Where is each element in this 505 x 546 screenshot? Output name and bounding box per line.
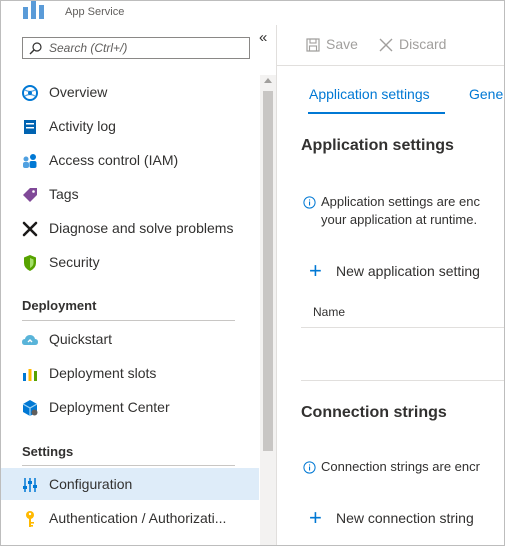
sidebar-item-activity-log[interactable]: Activity log [1, 110, 259, 142]
active-tab-indicator [308, 112, 445, 114]
save-icon [306, 38, 320, 52]
sidebar-item-configuration[interactable]: Configuration [1, 468, 259, 500]
sidebar-item-label: Access control (IAM) [49, 152, 179, 168]
app-service-icon [23, 1, 51, 19]
tab-general-settings[interactable]: Gene [469, 86, 503, 102]
tab-application-settings[interactable]: Application settings [309, 86, 430, 102]
tag-icon [23, 188, 37, 202]
resource-type-label: App Service [65, 6, 125, 18]
sidebar-item-label: Diagnose and solve problems [49, 220, 234, 236]
app-settings-title: Application settings [301, 137, 454, 154]
save-button[interactable]: Save [306, 36, 358, 52]
new-application-setting-label: New application setting [336, 263, 480, 279]
sidebar-item-label: Authentication / Authorizati... [49, 510, 227, 526]
sidebar-item-security[interactable]: Security [1, 246, 259, 278]
section-header-deployment: Deployment [22, 298, 97, 313]
sliders-icon [23, 478, 37, 492]
new-connection-string-label: New connection string [336, 510, 474, 526]
close-icon [379, 38, 393, 52]
sidebar-scrollbar[interactable] [260, 75, 276, 545]
key-icon [26, 511, 34, 527]
app-window: App Service « Overview Activity [0, 0, 505, 546]
sidebar-item-label: Activity log [49, 118, 116, 134]
scroll-up-arrow-icon[interactable] [264, 78, 272, 83]
collapse-menu-button[interactable]: « [259, 29, 267, 46]
sidebar-item-access-control[interactable]: Access control (IAM) [1, 144, 259, 176]
section-divider [301, 380, 504, 381]
sidebar-item-diagnose[interactable]: Diagnose and solve problems [1, 212, 259, 244]
add-icon: + [309, 505, 322, 530]
globe-icon [22, 85, 38, 101]
sidebar-item-overview[interactable]: Overview [1, 76, 259, 108]
sidebar-item-label: Deployment slots [49, 365, 157, 381]
cube-icon [22, 400, 38, 416]
add-icon: + [309, 258, 322, 283]
column-header-name[interactable]: Name [313, 305, 345, 319]
info-text-line1: Application settings are enc [321, 194, 480, 209]
sidebar-item-label: Tags [49, 186, 79, 202]
sidebar-item-label: Configuration [49, 476, 133, 492]
info-text-line1: Connection strings are encr [321, 459, 480, 474]
discard-label: Discard [399, 36, 447, 52]
search-input[interactable] [49, 40, 239, 56]
info-text-line2: your application at runtime. [321, 212, 478, 227]
resource-menu: « Overview Activity log Access control (… [1, 25, 277, 545]
sidebar-item-label: Overview [49, 84, 108, 100]
people-icon [23, 154, 37, 168]
sidebar-item-quickstart[interactable]: Quickstart [1, 323, 259, 355]
cloud-icon [22, 335, 38, 345]
shield-icon [24, 255, 36, 271]
info-icon [303, 461, 316, 474]
log-icon [24, 120, 36, 134]
scrollbar-thumb[interactable] [263, 91, 273, 451]
info-icon [303, 196, 316, 209]
sidebar-item-label: Deployment Center [49, 399, 170, 415]
sidebar-item-deployment-slots[interactable]: Deployment slots [1, 357, 259, 389]
sidebar-item-authentication[interactable]: Authentication / Authorizati... [1, 502, 259, 534]
sidebar-item-label: Security [49, 254, 100, 270]
connection-strings-title: Connection strings [301, 404, 447, 421]
search-box[interactable] [22, 37, 250, 59]
save-label: Save [326, 36, 358, 52]
slots-icon [23, 369, 37, 381]
section-divider [22, 465, 235, 466]
search-icon [29, 42, 42, 55]
resource-header: App Service [1, 1, 504, 21]
table-header-divider [301, 327, 504, 328]
sidebar-item-tags[interactable]: Tags [1, 178, 259, 210]
command-bar: Save Discard [277, 25, 504, 66]
main-content: Save Discard Application settings Gene A… [277, 25, 504, 545]
sidebar-item-deployment-center[interactable]: Deployment Center [1, 391, 259, 423]
sidebar-item-label: Quickstart [49, 331, 113, 347]
section-divider [22, 320, 235, 321]
section-header-settings: Settings [22, 444, 74, 459]
wrench-icon [22, 221, 38, 237]
discard-button[interactable]: Discard [379, 36, 446, 52]
